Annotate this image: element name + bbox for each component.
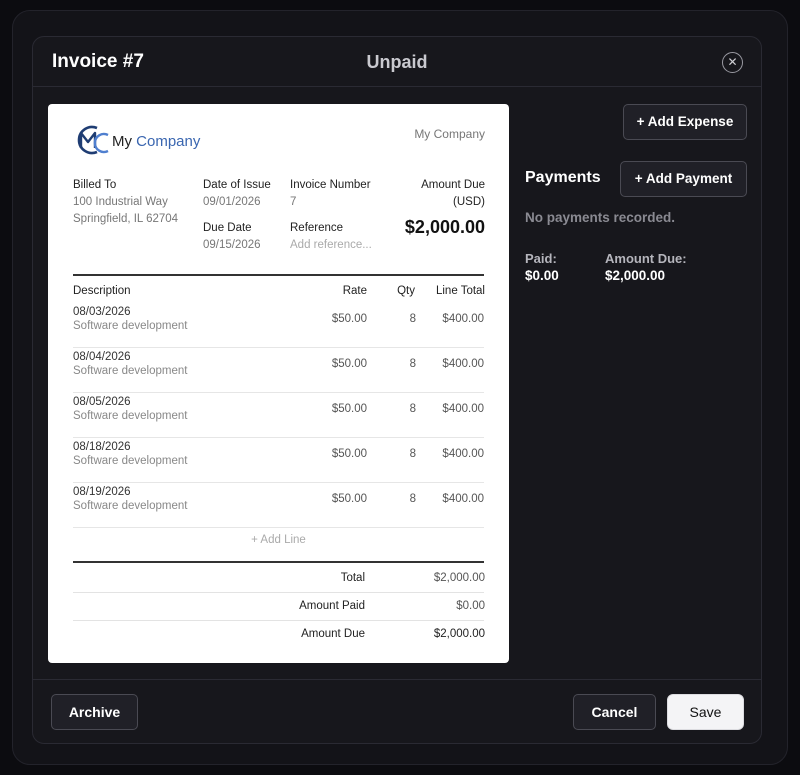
- cancel-button[interactable]: Cancel: [573, 694, 656, 730]
- amount-due-currency: (USD): [453, 196, 485, 208]
- line-total: $400.00: [442, 493, 484, 505]
- invoice-modal: Invoice #7 Unpaid ✕ My Company My Compan…: [32, 36, 762, 744]
- company-logo-text: My Company: [112, 133, 201, 150]
- line-item[interactable]: 08/04/2026 Software development $50.00 8…: [73, 348, 484, 393]
- paid-value: $0.00: [525, 268, 559, 283]
- line-date: 08/04/2026: [73, 351, 131, 363]
- column-qty: Qty: [397, 285, 415, 297]
- header-divider: [73, 274, 484, 276]
- amount-paid-value: $0.00: [456, 600, 485, 612]
- line-description: Software development: [73, 365, 188, 377]
- billed-to-label: Billed To: [73, 179, 117, 191]
- invoice-document: My Company My Company Billed To 100 Indu…: [48, 104, 509, 663]
- reference-input[interactable]: Add reference...: [290, 239, 372, 251]
- amount-due-side-value: $2,000.00: [605, 268, 666, 283]
- line-qty: 8: [409, 313, 416, 325]
- add-payment-button[interactable]: + Add Payment: [620, 161, 747, 197]
- due-date-label: Due Date: [203, 222, 252, 234]
- close-icon[interactable]: ✕: [722, 52, 743, 73]
- line-rate: $50.00: [331, 358, 367, 370]
- amount-due-side-label: Amount Due:: [605, 251, 687, 266]
- amount-due-label: Amount Due: [421, 179, 485, 191]
- amount-due-summary-label: Amount Due: [301, 628, 365, 640]
- line-item[interactable]: 08/03/2026 Software development $50.00 8…: [73, 303, 484, 348]
- line-qty: 8: [409, 358, 416, 370]
- modal-footer: Archive Cancel Save: [33, 679, 761, 743]
- line-rate: $50.00: [331, 313, 367, 325]
- add-expense-button[interactable]: + Add Expense: [623, 104, 747, 140]
- total-label: Total: [340, 572, 365, 584]
- due-date-value[interactable]: 09/15/2026: [203, 239, 261, 251]
- modal-header: Invoice #7 Unpaid ✕: [33, 37, 761, 87]
- line-item[interactable]: 08/18/2026 Software development $50.00 8…: [73, 438, 484, 483]
- invoice-status: Unpaid: [366, 52, 428, 72]
- billed-to-line2: Springfield, IL 62704: [73, 213, 179, 225]
- line-total: $400.00: [442, 403, 484, 415]
- date-of-issue-label: Date of Issue: [203, 179, 271, 191]
- summary-row-divider: [73, 592, 484, 593]
- line-date: 08/19/2026: [73, 486, 131, 498]
- line-date: 08/18/2026: [73, 441, 131, 453]
- add-line-button[interactable]: + Add Line: [48, 534, 509, 546]
- line-description: Software development: [73, 500, 188, 512]
- line-qty: 8: [409, 403, 416, 415]
- line-rate: $50.00: [331, 403, 367, 415]
- summary-divider: [73, 561, 484, 563]
- column-description: Description: [73, 285, 131, 297]
- no-payments-message: No payments recorded.: [525, 210, 676, 225]
- amount-due-summary-value: $2,000.00: [433, 628, 485, 640]
- amount-paid-label: Amount Paid: [299, 600, 365, 612]
- line-description: Software development: [73, 320, 188, 332]
- total-value: $2,000.00: [433, 572, 485, 584]
- line-rate: $50.00: [331, 493, 367, 505]
- line-item[interactable]: 08/05/2026 Software development $50.00 8…: [73, 393, 484, 438]
- archive-button[interactable]: Archive: [51, 694, 138, 730]
- column-rate: Rate: [342, 285, 367, 297]
- company-logo-icon: [77, 125, 109, 155]
- payments-title: Payments: [525, 169, 601, 186]
- line-total: $400.00: [442, 358, 484, 370]
- save-button[interactable]: Save: [667, 694, 744, 730]
- line-total: $400.00: [442, 448, 484, 460]
- line-item[interactable]: 08/19/2026 Software development $50.00 8…: [73, 483, 484, 528]
- date-of-issue-value[interactable]: 09/01/2026: [203, 196, 261, 208]
- company-name: My Company: [414, 127, 485, 141]
- line-description: Software development: [73, 455, 188, 467]
- billed-to-line1: 100 Industrial Way: [73, 196, 168, 208]
- line-date: 08/03/2026: [73, 306, 131, 318]
- reference-label: Reference: [290, 222, 344, 234]
- line-rate: $50.00: [331, 448, 367, 460]
- invoice-number-value: 7: [290, 196, 297, 208]
- column-line-total: Line Total: [435, 285, 485, 297]
- line-qty: 8: [409, 493, 416, 505]
- paid-label: Paid:: [525, 251, 557, 266]
- amount-due-total: $2,000.00: [404, 217, 485, 237]
- line-qty: 8: [409, 448, 416, 460]
- invoice-number-label: Invoice Number: [290, 179, 371, 191]
- line-date: 08/05/2026: [73, 396, 131, 408]
- line-total: $400.00: [442, 313, 484, 325]
- summary-row-divider: [73, 620, 484, 621]
- line-description: Software development: [73, 410, 188, 422]
